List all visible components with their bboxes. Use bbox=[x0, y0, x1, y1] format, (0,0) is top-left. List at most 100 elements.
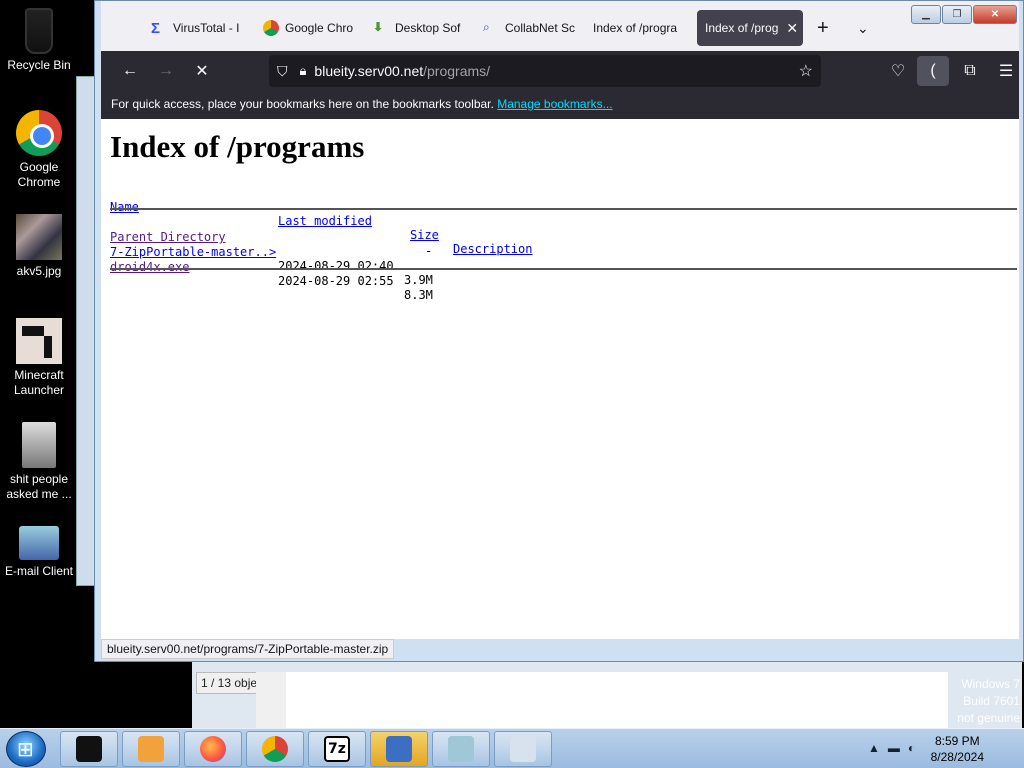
taskbar-item-media-player[interactable] bbox=[122, 731, 180, 767]
column-headers: Name Last modified Size Description bbox=[110, 186, 532, 256]
app-icon bbox=[76, 736, 102, 762]
desktop-icon-label: akv5.jpg bbox=[16, 264, 62, 278]
explorer-status-text: 1 / 13 obje bbox=[196, 672, 258, 694]
desktop-icon-label: Recycle Bin bbox=[7, 58, 71, 72]
last-modified: 2024-08-29 02:55 bbox=[278, 274, 394, 288]
desktop-icon-label: Minecraft Launcher bbox=[13, 368, 65, 397]
maximize-button[interactable]: ❐ bbox=[942, 5, 972, 24]
table-row: droid4x.exe 2024-08-29 02:55 8.3M bbox=[110, 246, 433, 302]
chrome-icon bbox=[16, 110, 62, 156]
network-icon[interactable]: ▬ bbox=[888, 741, 900, 755]
tab-collabnet[interactable]: ⌕ CollabNet Sc bbox=[483, 10, 579, 46]
recycle-bin-icon bbox=[25, 8, 53, 54]
sort-by-name-link[interactable]: Name bbox=[110, 200, 139, 214]
taskbar-item-app[interactable] bbox=[60, 731, 118, 767]
taskbar-item-chrome[interactable] bbox=[246, 731, 304, 767]
sort-by-description-link[interactable]: Description bbox=[453, 242, 532, 256]
navigation-toolbar: ← → ✕ ⛉ 🔒︎ blueity.serv00.net/programs/ … bbox=[101, 51, 1019, 91]
manage-bookmarks-link[interactable]: Manage bookmarks... bbox=[497, 97, 612, 111]
taskbar-item-app[interactable] bbox=[494, 731, 552, 767]
stop-loading-button[interactable]: ✕ bbox=[189, 59, 215, 83]
chrome-icon bbox=[263, 20, 279, 36]
media-player-icon bbox=[138, 736, 164, 762]
download-icon: ⬇ bbox=[373, 20, 384, 34]
app-icon bbox=[386, 736, 412, 762]
tab-index-programs-active[interactable]: Index of /prog ✕ bbox=[697, 10, 803, 46]
tab-index-programs[interactable]: Index of /progra bbox=[593, 10, 689, 46]
taskbar-item-7zip[interactable]: 7z bbox=[308, 731, 366, 767]
tab-label: Desktop Sof bbox=[395, 21, 461, 35]
page-content: Index of /programs Name Last modified Si… bbox=[101, 119, 1019, 639]
account-button[interactable]: ( bbox=[917, 56, 949, 86]
explorer-pane bbox=[256, 672, 948, 728]
tab-desktop-software[interactable]: ⬇ Desktop Sof bbox=[373, 10, 469, 46]
close-window-button[interactable]: ✕ bbox=[973, 5, 1017, 24]
system-tray: ▲ ▬ ◐ bbox=[868, 741, 915, 755]
tab-label: Google Chro bbox=[285, 21, 354, 35]
volume-icon[interactable]: ◐ bbox=[908, 741, 915, 755]
clock[interactable]: 8:59 PM 8/28/2024 bbox=[931, 733, 984, 765]
close-tab-icon[interactable]: ✕ bbox=[786, 20, 798, 37]
shield-icon[interactable]: ⛉ bbox=[277, 63, 288, 80]
browser-window: Σ VirusTotal - I Google Chro ⬇ Desktop S… bbox=[94, 0, 1024, 662]
minimize-button[interactable]: ▁ bbox=[911, 5, 941, 24]
app-icon bbox=[448, 736, 474, 762]
divider bbox=[110, 268, 1017, 270]
desktop-icon-email[interactable]: E-mail Client bbox=[0, 526, 78, 579]
table-row: 7-ZipPortable-master..> 2024-08-29 02:40… bbox=[110, 231, 433, 287]
taskbar-item-firefox[interactable] bbox=[184, 731, 242, 767]
show-hidden-icons-chevron-up-icon[interactable]: ▲ bbox=[868, 741, 880, 755]
url-path: /programs/ bbox=[423, 63, 491, 79]
minecraft-icon bbox=[16, 318, 62, 364]
file-size: 8.3M bbox=[404, 288, 433, 302]
tab-label: Index of /prog bbox=[705, 21, 779, 35]
sort-by-modified-link[interactable]: Last modified bbox=[278, 214, 372, 228]
list-tabs-chevron-down-icon[interactable]: ⌄ bbox=[857, 10, 877, 46]
file-link-droid4x[interactable]: droid4x.exe bbox=[110, 260, 189, 274]
page-title: Index of /programs bbox=[110, 129, 365, 164]
divider bbox=[110, 208, 1017, 210]
new-tab-button[interactable]: + bbox=[817, 10, 837, 46]
file-size: 3.9M bbox=[404, 273, 433, 287]
back-button[interactable]: ← bbox=[117, 59, 143, 83]
menu-icon[interactable]: ☰ bbox=[993, 59, 1019, 83]
tab-google-chrome[interactable]: Google Chro bbox=[263, 10, 367, 46]
tab-label: Index of /progra bbox=[593, 21, 678, 35]
tab-label: VirusTotal - I bbox=[173, 21, 240, 35]
image-file-icon bbox=[16, 214, 62, 260]
lock-icon[interactable]: 🔒︎ bbox=[300, 63, 307, 79]
start-button[interactable] bbox=[6, 731, 46, 767]
watermark-line: Build 7601 bbox=[963, 694, 1020, 708]
firefox-icon bbox=[200, 736, 226, 762]
pocket-icon[interactable]: ♡ bbox=[885, 59, 911, 83]
bookmark-star-icon[interactable]: ☆ bbox=[799, 61, 813, 81]
url-bar[interactable]: ⛉ 🔒︎ blueity.serv00.net/programs/ ☆ bbox=[269, 55, 821, 87]
virustotal-icon: Σ bbox=[151, 20, 161, 37]
search-icon: ⌕ bbox=[483, 20, 490, 34]
desktop-icon-label: E-mail Client bbox=[4, 564, 73, 578]
desktop-icon-label: Google Chrome bbox=[17, 160, 61, 189]
taskbar-item-app[interactable] bbox=[432, 731, 490, 767]
taskbar: 7z ▲ ▬ ◐ 8:59 PM 8/28/2024 bbox=[0, 728, 1024, 768]
app-icon bbox=[510, 736, 536, 762]
link-status-tooltip: blueity.serv00.net/programs/7-ZipPortabl… bbox=[101, 639, 395, 659]
desktop-icon-minecraft[interactable]: Minecraft Launcher bbox=[0, 318, 78, 398]
clock-date: 8/28/2024 bbox=[930, 750, 984, 764]
folder-icon bbox=[22, 422, 56, 468]
extensions-icon[interactable]: ⧉ bbox=[957, 59, 983, 83]
desktop-icon-chrome[interactable]: Google Chrome bbox=[0, 110, 78, 190]
last-modified: 2024-08-29 02:40 bbox=[278, 259, 394, 273]
forward-button[interactable]: → bbox=[153, 59, 179, 83]
desktop-icon-recycle-bin[interactable]: Recycle Bin bbox=[0, 8, 78, 73]
bookmarks-hint-text: For quick access, place your bookmarks h… bbox=[111, 97, 494, 111]
chrome-icon bbox=[262, 736, 288, 762]
7zip-icon: 7z bbox=[324, 736, 350, 762]
sort-by-size-link[interactable]: Size bbox=[410, 228, 439, 242]
email-client-icon bbox=[19, 526, 59, 560]
desktop-icon-akv5[interactable]: akv5.jpg bbox=[0, 214, 78, 279]
window-controls: ▁ ❐ ✕ bbox=[911, 5, 1017, 24]
tab-label: CollabNet Sc bbox=[505, 21, 576, 35]
taskbar-item-active-app[interactable] bbox=[370, 731, 428, 767]
desktop-icon-folder[interactable]: shit people asked me ... bbox=[0, 422, 78, 502]
tab-virustotal[interactable]: Σ VirusTotal - I bbox=[151, 10, 251, 46]
